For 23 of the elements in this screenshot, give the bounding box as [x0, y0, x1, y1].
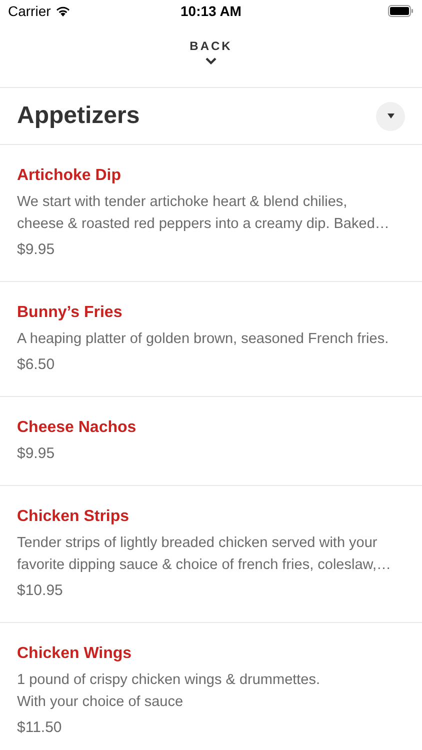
wifi-icon: [54, 5, 71, 17]
back-button[interactable]: BACK: [190, 39, 232, 65]
item-description: We start with tender artichoke heart & blend chilies, cheese & roasted red peppers into a creamy dip. Baked…: [17, 193, 390, 234]
item-price: $10.95: [17, 581, 64, 601]
item-name[interactable]: Chicken Wings: [17, 643, 405, 665]
caret-down-icon: [386, 113, 394, 119]
item-price: $11.50: [17, 718, 63, 738]
battery-icon: [388, 5, 414, 17]
section-title: Appetizers: [17, 101, 140, 131]
item-name[interactable]: Cheese Nachos: [17, 417, 405, 439]
item-price: $9.95: [17, 444, 56, 464]
item-name[interactable]: Artichoke Dip: [17, 165, 405, 187]
dropdown-button[interactable]: [376, 102, 405, 130]
item-description: 1 pound of crispy chicken wings & drummettes. With your choice of sauce: [17, 671, 322, 712]
item-description: A heaping platter of golden brown, seasoned French fries.: [17, 330, 390, 349]
item-name[interactable]: Bunny’s Fries: [17, 302, 405, 324]
item-description: Tender strips of lightly breaded chicken served with your favorite dipping sauce & choice of french fries, coleslaw,…: [17, 534, 392, 575]
item-price: $6.50: [17, 355, 56, 375]
item-name[interactable]: Chicken Strips: [17, 506, 405, 528]
clock-time: 10:13 AM: [180, 2, 242, 20]
chevron-down-icon: [204, 57, 217, 65]
item-price: $9.95: [17, 240, 56, 260]
carrier-label: Carrier: [8, 2, 51, 20]
